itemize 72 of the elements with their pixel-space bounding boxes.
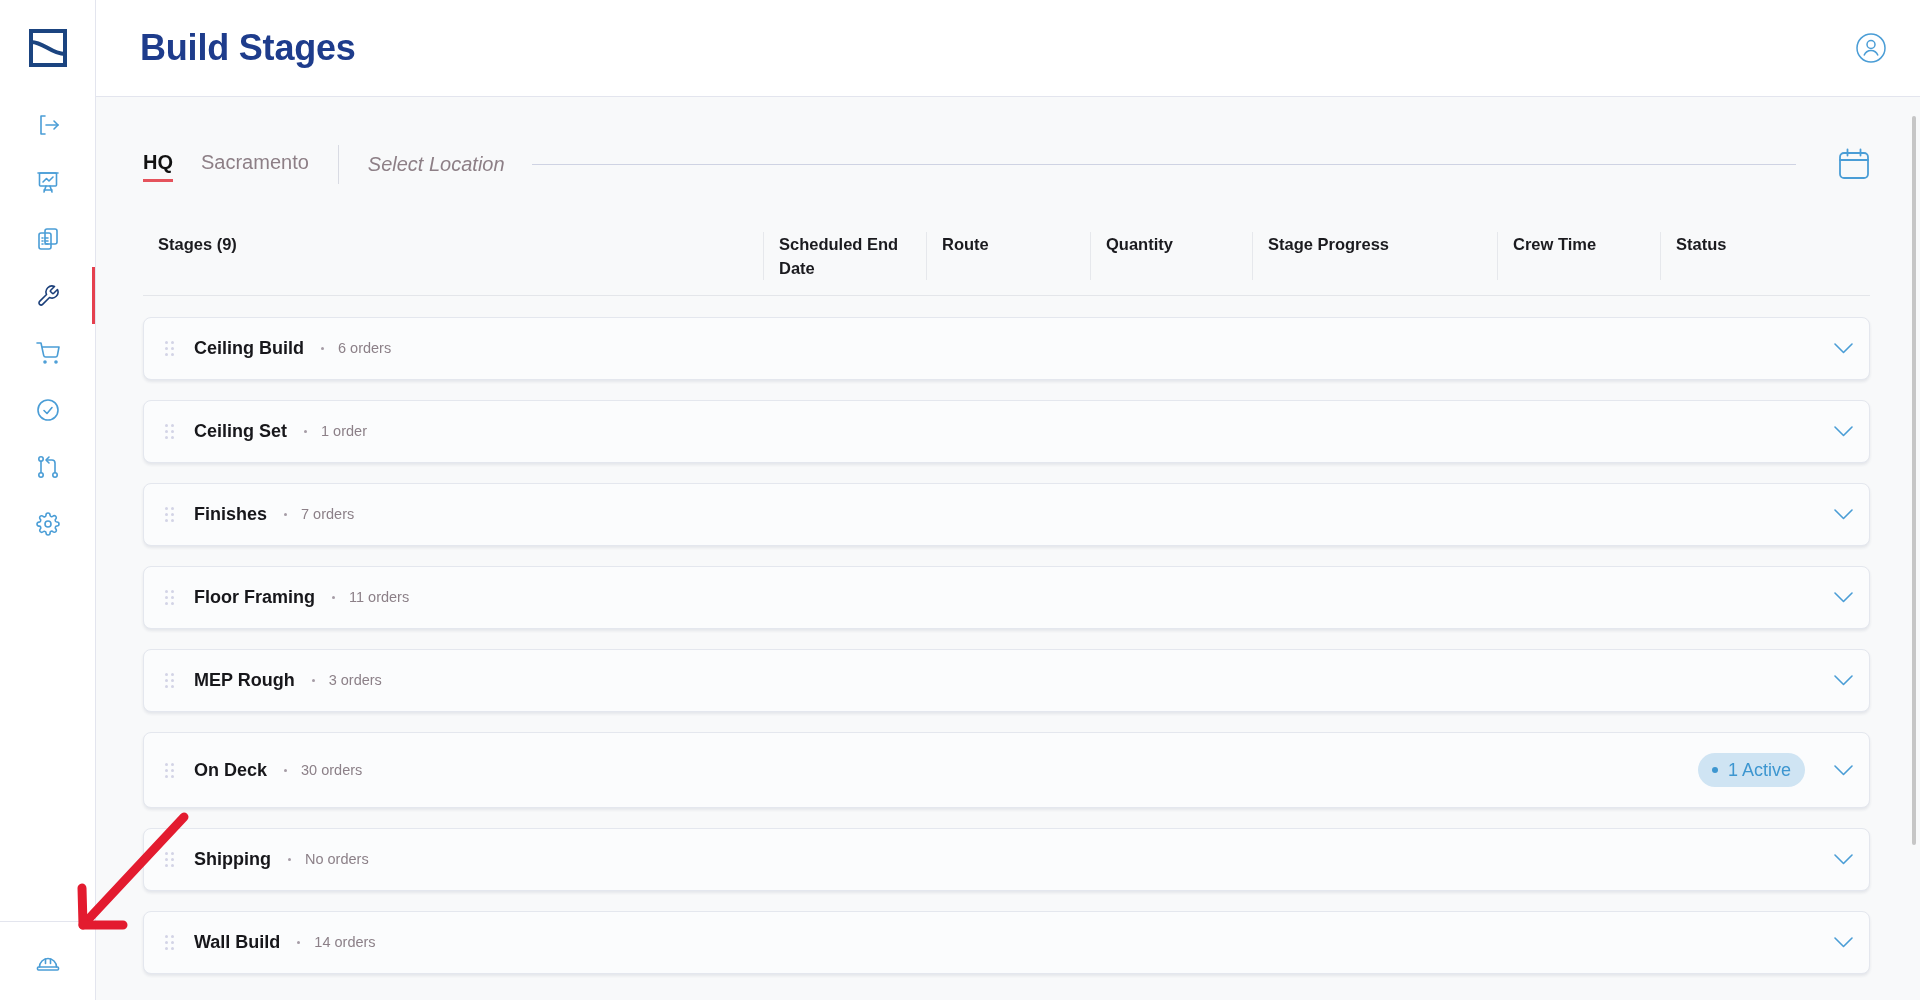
chevron-down-icon[interactable]	[1834, 764, 1853, 776]
wrench-icon	[35, 283, 60, 308]
order-count: No orders	[305, 850, 369, 869]
order-count: 6 orders	[338, 339, 392, 358]
order-count: 30 orders	[301, 760, 363, 780]
drag-handle-icon[interactable]	[165, 341, 174, 356]
logo-icon[interactable]	[28, 29, 67, 67]
column-header: Stages (9)	[157, 234, 238, 255]
separator-dot-icon	[332, 596, 335, 599]
separator-dot-icon	[284, 513, 288, 516]
stage-name: Floor Framing	[194, 587, 315, 608]
separator-dot-icon	[311, 679, 315, 682]
stage-name: MEP Rough	[194, 670, 295, 691]
column-header: Scheduled End Date	[763, 232, 926, 280]
stage-row[interactable]: Finishes 7 orders	[143, 483, 1870, 546]
stage-row[interactable]: MEP Rough 3 orders	[143, 649, 1870, 712]
cart-icon	[35, 340, 60, 365]
drag-handle-icon[interactable]	[165, 424, 174, 439]
order-count: 1 order	[321, 422, 367, 441]
separator-dot-icon	[297, 941, 301, 944]
calendar-icon[interactable]	[1838, 148, 1870, 180]
chevron-down-icon[interactable]	[1834, 854, 1853, 865]
location-tab[interactable]: HQ	[143, 146, 173, 182]
scrollbar[interactable]	[1912, 116, 1916, 845]
stage-name: Shipping	[194, 849, 271, 870]
separator-dot-icon	[288, 858, 291, 861]
chevron-down-icon[interactable]	[1834, 509, 1853, 520]
separator-dot-icon	[304, 430, 307, 433]
page-title: Build Stages	[140, 27, 356, 69]
user-profile-icon[interactable]	[1856, 33, 1886, 63]
stage-row[interactable]: Floor Framing 11 orders	[143, 566, 1870, 629]
order-count: 11 orders	[349, 588, 410, 607]
chevron-down-icon[interactable]	[1834, 343, 1853, 354]
stage-row[interactable]: Ceiling Build 6 orders	[143, 317, 1870, 380]
drag-handle-icon[interactable]	[165, 507, 174, 522]
stage-row[interactable]: On Deck 30 orders 1 Active	[143, 732, 1870, 808]
location-tab[interactable]: Sacramento	[201, 146, 309, 182]
order-count: 7 orders	[301, 505, 355, 524]
order-count: 14 orders	[314, 933, 376, 952]
column-header: Status	[1660, 232, 1870, 280]
stage-name: Finishes	[194, 504, 268, 525]
status-text: 1 Active	[1727, 759, 1791, 781]
stage-row[interactable]: Shipping No orders	[143, 828, 1870, 891]
check-circle-icon	[35, 397, 60, 422]
stage-name: Ceiling Build	[194, 338, 304, 359]
drag-handle-icon[interactable]	[165, 852, 174, 867]
drag-handle-icon[interactable]	[165, 673, 174, 688]
stage-name: Ceiling Set	[194, 421, 287, 442]
drag-handle-icon[interactable]	[165, 935, 174, 950]
column-header: Route	[926, 232, 1090, 280]
separator-dot-icon	[321, 347, 324, 350]
location-input[interactable]: Select Location	[367, 152, 518, 176]
stage-name: Wall Build	[194, 932, 281, 953]
column-header: Stage Progress	[1252, 232, 1497, 280]
drag-handle-icon[interactable]	[165, 590, 174, 605]
chevron-down-icon[interactable]	[1834, 592, 1853, 603]
column-header: Quantity	[1090, 232, 1252, 280]
chevron-down-icon[interactable]	[1834, 426, 1853, 437]
separator-dot-icon	[284, 768, 288, 772]
stage-row[interactable]: Wall Build 14 orders	[143, 911, 1870, 974]
chevron-down-icon[interactable]	[1834, 937, 1853, 948]
clipboards-icon	[35, 226, 60, 251]
settings-icon	[35, 511, 60, 536]
order-count: 3 orders	[328, 671, 382, 690]
easel-chart-icon	[35, 169, 60, 194]
status-dot-icon	[1711, 767, 1718, 773]
drag-handle-icon[interactable]	[165, 762, 174, 778]
branch-merge-icon	[35, 454, 60, 479]
chevron-down-icon[interactable]	[1834, 675, 1853, 686]
stage-row[interactable]: Ceiling Set 1 order	[143, 400, 1870, 463]
stage-name: On Deck	[194, 759, 268, 781]
column-header: Crew Time	[1497, 232, 1660, 280]
